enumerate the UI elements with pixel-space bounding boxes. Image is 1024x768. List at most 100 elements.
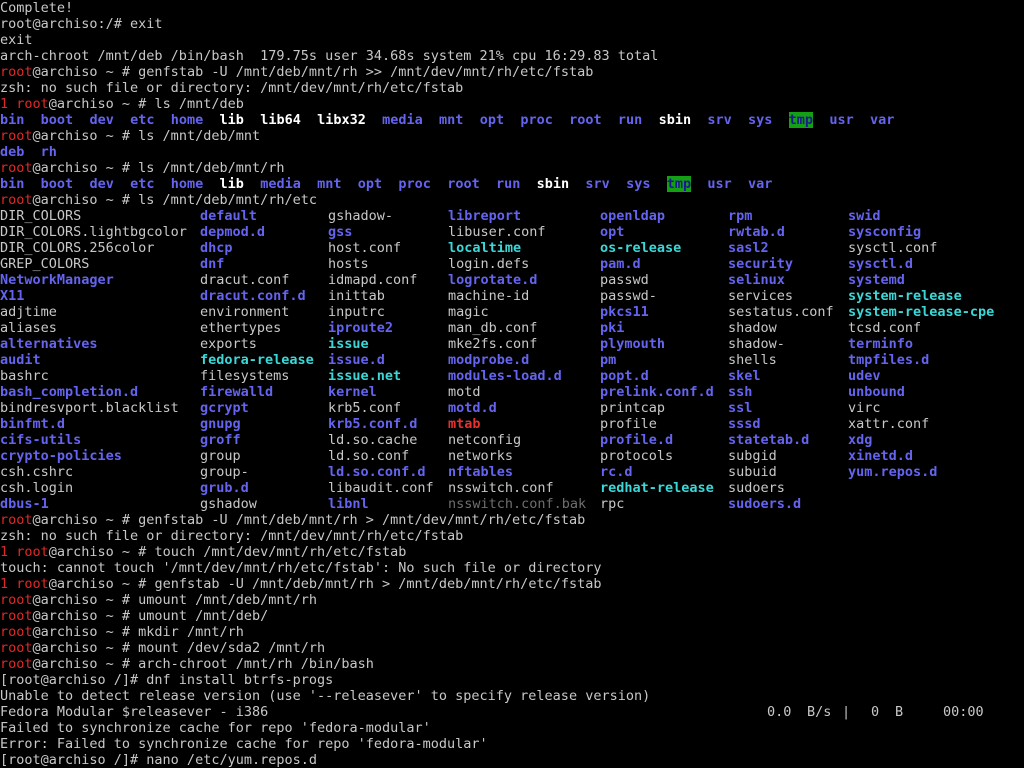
- terminal-line: Failed to synchronize cache for repo 'fe…: [0, 720, 431, 736]
- file-entry: shadow: [728, 320, 777, 336]
- terminal-line: root@archiso ~ # ls /mnt/deb/mnt/rh/etc: [0, 192, 317, 208]
- file-entry: modules-load.d: [448, 368, 562, 384]
- terminal-text: zsh: no such file or directory: /mnt/dev…: [0, 528, 464, 544]
- file-entry: firewalld: [200, 384, 274, 400]
- file-entry: xattr.conf: [848, 416, 930, 432]
- file-entry: depmod.d: [200, 224, 266, 240]
- terminal-line: bin boot dev etc home lib lib64 libx32 m…: [0, 112, 894, 128]
- file-entry: issue.d: [328, 352, 385, 368]
- terminal-text: @archiso ~ # ls /mnt/deb/mnt/rh: [32, 160, 285, 176]
- etc-listing-row: bash_completion.d firewalld kernel motd prel…: [0, 384, 1024, 400]
- terminal-text: lib: [219, 112, 244, 128]
- terminal-text: srv: [585, 176, 610, 192]
- terminal-text: etc: [130, 176, 155, 192]
- etc-listing-row: bindresvport.blacklist gcrypt krb5.conf mot…: [0, 400, 1024, 416]
- terminal-text: Error: Failed to synchronize cache for r…: [0, 736, 488, 752]
- terminal-text: @archiso ~ # genfstab -U /mnt/deb/mnt/rh…: [32, 64, 594, 80]
- terminal-text: usr: [707, 176, 732, 192]
- terminal-text: opt: [357, 176, 383, 192]
- prompt-user: root: [0, 512, 33, 528]
- terminal-text: @archiso ~ # genfstab -U /mnt/deb/mnt/rh…: [32, 512, 586, 528]
- file-entry: nftables: [448, 464, 514, 480]
- file-entry: tcsd.conf: [848, 320, 922, 336]
- file-entry: fedora-release: [200, 352, 314, 368]
- prompt-user: root: [16, 544, 49, 560]
- terminal-line: root@archiso ~ # ls /mnt/deb/mnt: [0, 128, 260, 144]
- file-entry: login.defs: [448, 256, 530, 272]
- terminal-text: 1: [0, 544, 17, 560]
- file-entry: redhat-release: [600, 480, 714, 496]
- file-entry: pam.d: [600, 256, 641, 272]
- terminal-text: srv: [707, 112, 732, 128]
- terminal-line: [root@archiso /]# nano /etc/yum.repos.d: [0, 752, 317, 768]
- terminal-line: root@archiso ~ # umount /mnt/deb/: [0, 608, 268, 624]
- file-entry: gcrypt: [200, 400, 249, 416]
- file-entry: openldap: [600, 208, 666, 224]
- terminal-text: lib64: [260, 112, 301, 128]
- file-entry: tmpfiles.d: [848, 352, 930, 368]
- file-entry: crypto-policies: [0, 448, 122, 464]
- file-entry: gss: [328, 224, 353, 240]
- terminal-text: bin: [0, 176, 25, 192]
- file-entry: audit: [0, 352, 41, 368]
- file-entry: machine-id: [448, 288, 530, 304]
- file-entry: unbound: [848, 384, 905, 400]
- etc-listing-row: csh.login grub.d libaudit.conf nsswitch.con…: [0, 480, 1024, 496]
- file-entry: yum.repos.d: [848, 464, 938, 480]
- file-entry: groff: [200, 432, 241, 448]
- terminal-text: 1: [0, 576, 17, 592]
- terminal-text: root: [569, 112, 602, 128]
- file-entry: system-release-cpe: [848, 304, 995, 320]
- file-entry: dnf: [200, 256, 225, 272]
- terminal-text: [root@archiso /]# dnf install btrfs-prog…: [0, 672, 334, 688]
- file-entry: gshadow: [200, 496, 257, 512]
- file-entry: prelink.conf.d: [600, 384, 714, 400]
- file-entry: os-release: [600, 240, 682, 256]
- terminal-text: root: [447, 176, 480, 192]
- download-size-unit: B: [895, 704, 904, 720]
- file-entry: grub.d: [200, 480, 249, 496]
- terminal-text: tmp: [666, 176, 692, 192]
- terminal-text: var: [869, 112, 895, 128]
- terminal-line: Error: Failed to synchronize cache for r…: [0, 736, 488, 752]
- file-entry: subuid: [728, 464, 777, 480]
- terminal-text: boot: [40, 176, 74, 192]
- terminal-text: dev: [89, 176, 114, 192]
- terminal-line: root@archiso ~ # genfstab -U /mnt/deb/mn…: [0, 64, 593, 80]
- file-entry: pm: [600, 352, 617, 368]
- file-entry: nsswitch.conf.bak: [448, 496, 587, 512]
- file-entry: libaudit.conf: [328, 480, 434, 496]
- etc-listing-row: DIR_COLORS default gshadow-libreport openld…: [0, 208, 1024, 224]
- file-entry: environment: [200, 304, 290, 320]
- file-entry: adjtime: [0, 304, 57, 320]
- file-entry: protocols: [600, 448, 674, 464]
- terminal-screen[interactable]: Complete! root@archiso:/# exit exit arch-ch…: [0, 0, 1024, 768]
- file-entry: sudoers.d: [728, 496, 802, 512]
- file-entry: netconfig: [448, 432, 522, 448]
- file-entry: sysconfig: [848, 224, 922, 240]
- file-entry: logrotate.d: [448, 272, 538, 288]
- etc-listing-row: DIR_COLORS.lightbgcolor depmod.d gss libuse…: [0, 224, 1024, 240]
- file-entry: filesystems: [200, 368, 290, 384]
- terminal-text: etc: [130, 112, 155, 128]
- terminal-line: touch: cannot touch '/mnt/dev/mnt/rh/etc…: [0, 560, 601, 576]
- terminal-text: sys: [626, 176, 651, 192]
- file-entry: binfmt.d: [0, 416, 66, 432]
- etc-listing-row: aliases ethertypes iproute2 man_db.conf pki s…: [0, 320, 1024, 336]
- etc-listing-row: cifs-utils groff ld.so.cache netconfig profi…: [0, 432, 1024, 448]
- file-entry: modprobe.d: [448, 352, 530, 368]
- file-entry: ssl: [728, 400, 753, 416]
- etc-listing-row: crypto-policies group ld.so.conf networks pr…: [0, 448, 1024, 464]
- file-entry: X11: [0, 288, 25, 304]
- file-entry: motd.d: [448, 400, 497, 416]
- file-entry: issue: [328, 336, 369, 352]
- terminal-text: boot: [40, 112, 74, 128]
